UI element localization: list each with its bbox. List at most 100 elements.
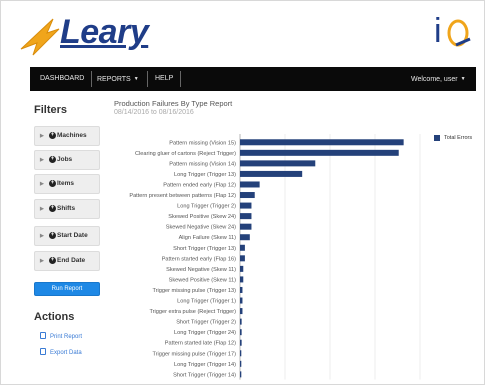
bar[interactable]	[240, 329, 242, 336]
export-icon	[40, 348, 46, 355]
bar[interactable]	[240, 149, 399, 156]
print-report-label: Print Report	[50, 334, 83, 341]
chevron-right-icon: ▶	[40, 206, 44, 212]
plus-circle-icon: +	[49, 132, 56, 139]
q-mark-icon	[447, 19, 471, 47]
bar[interactable]	[240, 308, 243, 315]
category-label: Trigger missing pulse (Trigger 13)	[152, 288, 236, 294]
bar[interactable]	[240, 192, 255, 199]
plus-circle-icon: +	[49, 180, 56, 187]
filter-label: Jobs	[57, 156, 73, 163]
category-label: Long Trigger (Trigger 2)	[177, 204, 236, 210]
category-label: Skewed Negative (Skew 24)	[166, 225, 236, 231]
bar[interactable]	[240, 318, 242, 325]
category-label: Clearing gluer of cartons (Reject Trigge…	[135, 151, 236, 157]
export-data-label: Export Data	[50, 350, 82, 357]
report-title: Production Failures By Type Report	[114, 99, 233, 108]
plus-circle-icon: +	[49, 257, 56, 264]
nav-reports-label: REPORTS	[97, 75, 131, 83]
bar[interactable]	[240, 244, 245, 251]
actions-heading: Actions	[34, 311, 75, 323]
filter-label: Start Date	[57, 232, 88, 239]
chevron-right-icon: ▶	[40, 133, 44, 139]
legend-label: Total Errors	[444, 135, 473, 141]
filter-label: Shifts	[57, 205, 76, 212]
category-label: Pattern present between patterns (Flap 1…	[129, 193, 236, 199]
category-label: Skewed Positive (Skew 11)	[169, 277, 236, 283]
filter-shifts[interactable]: ▶ + Shifts	[34, 199, 100, 219]
category-label: Trigger extra pulse (Reject Trigger)	[149, 309, 236, 315]
print-report-link[interactable]: Print Report	[40, 332, 83, 341]
bar[interactable]	[240, 350, 242, 357]
nav-divider	[147, 71, 148, 87]
filter-items[interactable]: ▶ + Items	[34, 174, 100, 194]
category-label: Skewed Positive (Skew 24)	[168, 214, 236, 220]
failures-bar-chart: Pattern missing (Vision 15) Clearing glue…	[101, 129, 481, 384]
category-label: Short Trigger (Trigger 13)	[173, 246, 236, 252]
plus-circle-icon: +	[49, 232, 56, 239]
category-label: Short Trigger (Trigger 14)	[173, 372, 236, 378]
chart-canvas: Pattern missing (Vision 15) Clearing glue…	[129, 134, 421, 380]
bar[interactable]	[240, 181, 260, 188]
plus-circle-icon: +	[49, 205, 56, 212]
bar[interactable]	[240, 213, 252, 220]
category-label: Pattern started early (Flap 16)	[162, 256, 236, 262]
top-navbar: DASHBOARD REPORTS ▼ HELP Welcome, user ▼	[30, 67, 476, 91]
bar[interactable]	[240, 170, 303, 177]
logo-wordmark: Leary	[60, 13, 149, 51]
chevron-right-icon: ▶	[40, 181, 44, 187]
chevron-right-icon: ▶	[40, 233, 44, 239]
chevron-right-icon: ▶	[40, 258, 44, 264]
filter-label: Items	[57, 180, 74, 187]
category-label: Long Trigger (Trigger 13)	[174, 172, 236, 178]
export-data-link[interactable]: Export Data	[40, 348, 82, 357]
category-label: Skewed Negative (Skew 11)	[166, 267, 236, 273]
filters-heading: Filters	[34, 104, 68, 116]
bar[interactable]	[240, 202, 252, 209]
iq-logo: i	[434, 11, 474, 57]
filter-start-date[interactable]: ▶ + Start Date	[34, 226, 100, 246]
run-report-button[interactable]: Run Report	[34, 282, 100, 296]
category-label: Pattern missing (Vision 15)	[169, 140, 236, 146]
filter-label: End Date	[57, 257, 86, 264]
print-icon	[40, 332, 46, 339]
bar[interactable]	[240, 160, 316, 167]
bar[interactable]	[240, 139, 404, 146]
filter-machines[interactable]: ▶ + Machines	[34, 126, 100, 146]
category-label: Pattern started late (Flap 12)	[165, 341, 236, 347]
filter-end-date[interactable]: ▶ + End Date	[34, 251, 100, 271]
bar[interactable]	[240, 234, 250, 241]
category-label: Short Trigger (Trigger 2)	[176, 320, 236, 326]
bar[interactable]	[240, 339, 242, 346]
filter-jobs[interactable]: ▶ + Jobs	[34, 150, 100, 170]
category-label: Pattern ended early (Flap 12)	[163, 182, 236, 188]
nav-reports-dropdown[interactable]: REPORTS ▼	[97, 67, 139, 91]
bar[interactable]	[240, 371, 242, 378]
bar[interactable]	[240, 265, 244, 272]
caret-down-icon: ▼	[460, 76, 466, 82]
category-label: Long Trigger (Trigger 14)	[174, 362, 236, 368]
nav-dashboard[interactable]: DASHBOARD	[40, 67, 84, 91]
bar[interactable]	[240, 223, 252, 230]
leary-logo[interactable]: Leary	[19, 9, 169, 61]
category-label: Long Trigger (Trigger 1)	[177, 299, 236, 305]
plus-circle-icon: +	[49, 156, 56, 163]
bar[interactable]	[240, 255, 245, 262]
bar[interactable]	[240, 297, 243, 304]
category-label: Long Trigger (Trigger 24)	[174, 330, 236, 336]
app-window: Leary i DASHBOARD REPORTS ▼ HELP Welcome,…	[0, 0, 485, 385]
category-label: Trigger missing pulse (Trigger 17)	[152, 351, 236, 357]
caret-down-icon: ▼	[133, 76, 139, 82]
filter-label: Machines	[57, 132, 87, 139]
user-menu-dropdown[interactable]: Welcome, user ▼	[411, 67, 466, 91]
welcome-text: Welcome, user	[411, 75, 458, 83]
category-label: Align Failure (Skew 11)	[179, 235, 237, 241]
nav-divider	[180, 71, 181, 87]
bar[interactable]	[240, 360, 242, 367]
legend-swatch	[434, 135, 440, 141]
report-date-range: 08/14/2016 to 08/16/2016	[114, 109, 194, 116]
bar[interactable]	[240, 276, 244, 283]
nav-help[interactable]: HELP	[155, 67, 173, 91]
nav-divider	[91, 71, 92, 87]
bar[interactable]	[240, 286, 243, 293]
